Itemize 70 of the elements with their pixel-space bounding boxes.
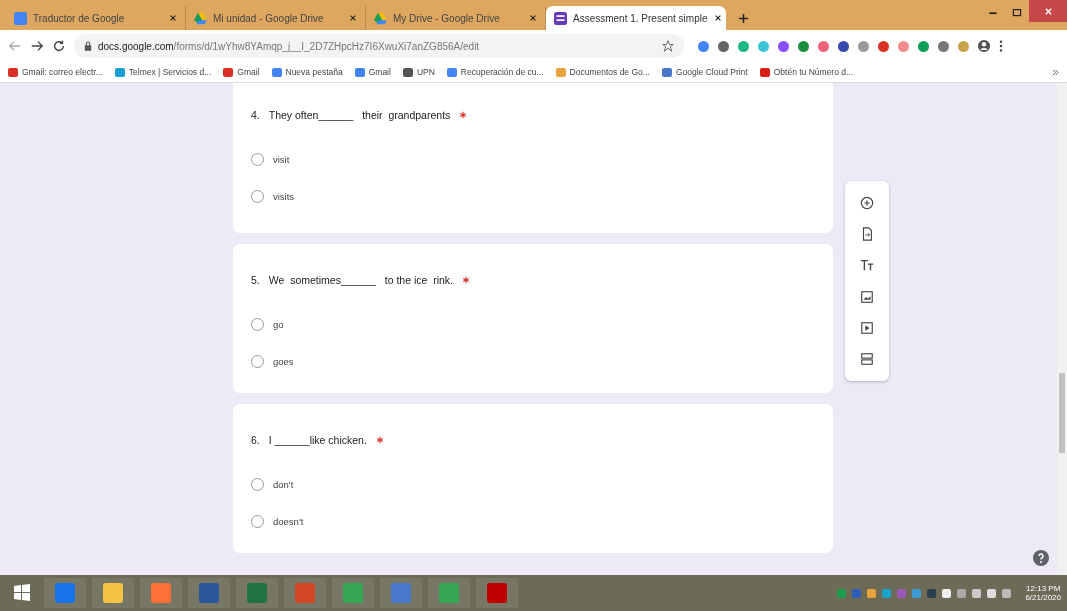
new-tab-icon[interactable] (738, 13, 749, 24)
extension-icon[interactable] (838, 40, 849, 52)
tab-title: Assessment 1. Present simple (573, 12, 708, 24)
extension-icon[interactable] (698, 40, 709, 52)
bookmark[interactable]: Nueva pestaña (271, 67, 343, 77)
tab-title: My Drive - Google Drive (393, 12, 501, 24)
extension-icon[interactable] (718, 40, 729, 52)
url-text: docs.google.com/forms/d/1wYhw8YAmqp_j__I_2D7ZHpcHz7I6XwuXi7anZG856A/edit (98, 40, 481, 52)
close-icon[interactable] (529, 14, 537, 22)
close-icon[interactable] (713, 14, 722, 22)
form-icon (554, 11, 567, 25)
tab-title: Mi unidad - Google Drive (213, 12, 325, 24)
close-icon[interactable] (349, 14, 357, 22)
extension-icon[interactable] (798, 40, 809, 52)
bookmark[interactable]: Gmail (354, 67, 391, 77)
question-text: We sometimes______ to the ice rink. (268, 274, 453, 286)
close-button[interactable] (1029, 0, 1067, 22)
option-label: visit (273, 154, 290, 165)
bookmark[interactable]: Documentos de Go... (555, 67, 650, 77)
question-text: I ______like chicken. (268, 434, 367, 446)
question-number: 6. (251, 434, 260, 446)
clock-time: 12:13 PM (1026, 584, 1061, 593)
option-label: goes (273, 356, 294, 367)
extension-icon[interactable] (938, 40, 949, 52)
bookmark[interactable]: Telmex | Servicios d... (114, 67, 212, 77)
section-icon[interactable] (860, 352, 874, 367)
address-bar[interactable]: docs.google.com/forms/d/1wYhw8YAmqp_j__I_2D7ZHpcHz7I6XwuXi7anZG856A/edit (74, 34, 684, 58)
forward-icon[interactable] (30, 39, 44, 53)
close-icon[interactable] (169, 14, 177, 22)
lock-icon (84, 41, 92, 51)
option-label: doesn't (273, 516, 304, 527)
help-icon[interactable] (1033, 550, 1049, 566)
extension-icon[interactable] (878, 40, 889, 52)
app-icon[interactable] (140, 578, 182, 608)
question-number: 4. (251, 109, 260, 121)
browser-tab[interactable]: Assessment 1. Present simple (546, 6, 726, 30)
scrollbar-thumb[interactable] (1059, 373, 1065, 453)
image-icon[interactable] (860, 289, 874, 304)
triangle-icon (374, 11, 387, 25)
bookmark[interactable]: Gmail (223, 67, 260, 77)
extension-icon[interactable] (918, 40, 929, 52)
back-icon[interactable] (8, 39, 22, 53)
restore-icon[interactable] (1011, 6, 1023, 18)
bookmark[interactable]: Gmail: correo electr... (8, 67, 103, 77)
text-icon[interactable] (860, 258, 874, 273)
option-label: visits (273, 191, 295, 202)
app-icon[interactable] (92, 578, 134, 608)
add-icon[interactable] (860, 195, 874, 210)
video-icon[interactable] (860, 320, 874, 335)
app-icon[interactable] (188, 578, 230, 608)
bookmark[interactable]: Google Cloud Print (661, 67, 748, 77)
reload-icon[interactable] (52, 39, 66, 53)
bookmark[interactable]: Recuperación de cu... (446, 67, 544, 77)
import-icon[interactable] (860, 227, 874, 241)
profile-icon[interactable] (977, 39, 991, 53)
bookmark[interactable]: Obtén tu Número d... (759, 67, 854, 77)
star-icon[interactable] (662, 40, 674, 52)
clock-date: 6/21/2020 (1025, 593, 1061, 602)
tab-title: Traductor de Google (33, 12, 126, 24)
windows-icon[interactable] (12, 583, 32, 603)
menu-icon[interactable] (999, 39, 1003, 53)
question-number: 5. (251, 274, 260, 286)
bookmark[interactable]: UPN (402, 67, 435, 77)
option-label: don't (273, 479, 294, 490)
question-text: They often______ their grandparents (268, 109, 451, 121)
extension-icon[interactable] (778, 40, 789, 52)
chevron-icon[interactable] (1052, 68, 1059, 76)
option-label: go (273, 319, 284, 330)
triangle-icon (194, 11, 207, 25)
close-icon (1043, 6, 1053, 16)
